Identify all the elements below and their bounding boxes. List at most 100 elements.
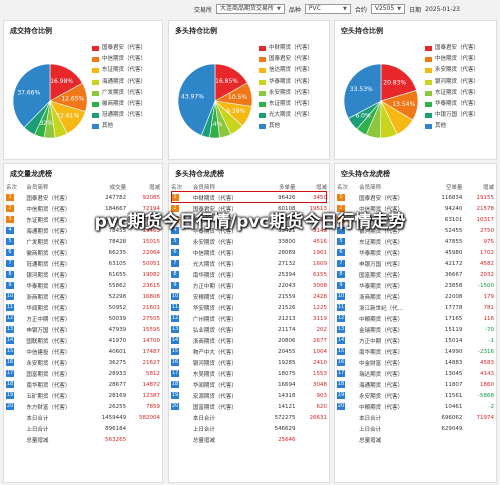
table-row[interactable]: 上日合计 896184 — [4, 423, 162, 434]
table-row[interactable]: 12 中粮期货（代客） 17165 116 — [335, 313, 496, 324]
table-row[interactable]: 7 光大期货（代客） 27132 1609 — [169, 258, 329, 269]
table-row[interactable]: 10 安粮期货（代客） 21559 2428 — [169, 291, 329, 302]
table-row[interactable]: 6 徽商期货（代客） 66235 22064 — [4, 247, 162, 258]
table-row[interactable]: 5 广发期货（代客） 78428 15015 — [4, 236, 162, 247]
table-row[interactable]: 15 中信建投（代客） 40601 17487 — [4, 346, 162, 357]
table-cell: 247782 — [105, 194, 127, 201]
table-row[interactable]: 总量增减 25646 — [169, 434, 329, 445]
legend-item[interactable]: 光大期货（代客） — [259, 110, 313, 121]
legend-item[interactable]: 华泰期货（代客） — [425, 99, 479, 110]
table-row[interactable]: 13 金瑞期货（代客） 15119 -70 — [335, 324, 496, 335]
table-row[interactable]: 本日合计 572275 26631 — [169, 412, 329, 423]
table-row[interactable]: 8 南华期货（代客） 25394 6155 — [169, 269, 329, 280]
table-row[interactable]: 9 华泰期货（代客） 23858 -1500 — [335, 280, 496, 291]
table-row[interactable]: 14 国联期货（代客） 41970 14700 — [4, 335, 162, 346]
legend-item[interactable]: 其他 — [92, 121, 146, 132]
table-row[interactable]: 19 永安期货（代客） 11561 -5868 — [335, 390, 496, 401]
table-row[interactable]: 上日合计 546629 — [169, 423, 329, 434]
legend-item[interactable]: 永安期货（代客） — [425, 65, 479, 76]
table-row[interactable]: 8 银河期货（代客） 61655 19082 — [4, 269, 162, 280]
table-row[interactable]: 19 五矿期货（代客） 28169 12387 — [4, 390, 162, 401]
legend-item[interactable]: 徽商期货（代客） — [92, 99, 146, 110]
table-row[interactable]: 5 永安期货（代客） 33800 4516 — [169, 236, 329, 247]
table-row[interactable]: 13 申银万国（代客） 47939 15595 — [4, 324, 162, 335]
table-row[interactable]: 19 宏源期货（代客） 14318 903 — [169, 390, 329, 401]
table-row[interactable]: 18 海通期货（代客） 11807 1860 — [335, 379, 496, 390]
legend-item[interactable]: 冠通期货（代客） — [92, 110, 146, 121]
table-row[interactable]: 14 方正中期（代客） 15014 -1 — [335, 335, 496, 346]
table-row[interactable]: 12 广州期货（代客） 21213 3119 — [169, 313, 329, 324]
table-row[interactable]: 6 中信期货（代客） 28089 1901 — [169, 247, 329, 258]
table-cell: 上日合计 — [359, 426, 382, 433]
table-row[interactable]: 15 南华期货（代客） 14990 -2316 — [335, 346, 496, 357]
legend-item[interactable]: 华泰期货（代客） — [259, 77, 313, 88]
table-row[interactable]: 20 国富期货（代客） 14121 620 — [169, 401, 329, 412]
table-row[interactable]: 14 浙商期货（代客） 20806 2677 — [169, 335, 329, 346]
table-row[interactable]: 17 国富期货（代客） 28933 5812 — [4, 368, 162, 379]
table-cell: 总量增减 — [192, 437, 215, 444]
legend-item[interactable]: 中银万国（代客） — [425, 110, 479, 121]
rank-badge: 6 — [6, 249, 14, 256]
table-row[interactable]: 11 华闻期货（代客） 50952 21601 — [4, 302, 162, 313]
legend-item[interactable]: 国泰君安（代客） — [92, 43, 146, 54]
legend-item[interactable]: 信达期货（代客） — [259, 65, 313, 76]
table-row[interactable]: 16 永安期货（代客） 36275 21627 — [4, 357, 162, 368]
product-select[interactable]: PVC ▼ — [304, 4, 351, 14]
column-header: 会员简称 — [26, 185, 49, 191]
table-row[interactable]: 13 弘业期货（代客） 21174 202 — [169, 324, 329, 335]
date-value[interactable]: 2025-01-23 — [425, 6, 460, 13]
legend-item[interactable]: 国泰君安（代客） — [425, 43, 479, 54]
legend-item[interactable]: 海通期货（代客） — [92, 77, 146, 88]
legend-item[interactable]: 其他 — [425, 121, 479, 132]
legend-item[interactable]: 广发期货（代客） — [92, 88, 146, 99]
legend-item[interactable]: 东证期货（代客） — [259, 99, 313, 110]
table-row[interactable]: 1 国泰君安（代客） 247782 92085 — [4, 192, 162, 203]
table-row[interactable]: 10 浙商期货（代客） 22008 179 — [335, 291, 496, 302]
table-cell: 本日合计 — [359, 415, 382, 422]
legend-item[interactable]: 中信期货（代客） — [92, 54, 146, 65]
table-row[interactable]: 本日合计 1459449 582004 — [4, 412, 162, 423]
table-cell: 安粮期货（代客） — [192, 294, 237, 301]
legend-item[interactable]: 中信期货（代客） — [425, 54, 479, 65]
rank-badge: 8 — [6, 271, 14, 278]
legend-item[interactable]: 国泰君安（代客） — [259, 54, 313, 65]
table-row[interactable]: 18 华闻期货（代客） 16694 3048 — [169, 379, 329, 390]
contract-select[interactable]: V2505 ▼ — [370, 4, 406, 14]
table-row[interactable]: 7 申银万国（代客） 42172 4582 — [335, 258, 496, 269]
table-cell: 8 — [335, 269, 357, 280]
table-row[interactable]: 20 中粮期货（代客） 10461 -2 — [335, 401, 496, 412]
table-row[interactable]: 6 华泰期货（代客） 45980 1702 — [335, 247, 496, 258]
table-row[interactable]: 10 浙商期货（代客） 52298 16808 — [4, 291, 162, 302]
table-cell: 12 — [4, 313, 24, 324]
table-row[interactable]: 5 东证期货（代客） 47855 975 — [335, 236, 496, 247]
table-row[interactable]: 本日合计 696062 71974 — [335, 412, 496, 423]
table-row[interactable]: 11 华安期货（代客） 21526 1225 — [169, 302, 329, 313]
legend-item[interactable]: 东证期货（代客） — [425, 88, 479, 99]
table-row[interactable]: 9 华泰期货（代客） 55862 23615 — [4, 280, 162, 291]
legend-item[interactable]: 东证期货（代客） — [92, 65, 146, 76]
table-row[interactable]: 12 方正中期（代客） 50039 27505 — [4, 313, 162, 324]
legend-item[interactable]: 银河期货（代客） — [425, 77, 479, 88]
table-row[interactable]: 7 冠通期货（代客） 63105 50051 — [4, 258, 162, 269]
table-cell: 14 — [335, 335, 357, 346]
table-row[interactable]: 16 银河期货（代客） 19285 2410 — [169, 357, 329, 368]
table-row[interactable]: 1 国泰君安（代客） 116834 19155 — [335, 192, 496, 203]
table-row[interactable]: 17 东吴期货（代客） 18075 1553 — [169, 368, 329, 379]
legend-item[interactable]: 中财期货（代客） — [259, 43, 313, 54]
table-row[interactable]: 18 南华期货（代客） 28677 14872 — [4, 379, 162, 390]
table-row[interactable]: 16 中金财富（代客） 14883 4583 — [335, 357, 496, 368]
table-row[interactable]: 总量增减 563265 — [4, 434, 162, 445]
exchange-select[interactable]: 大连商品期货交易所 ▼ — [215, 4, 285, 14]
table-row[interactable]: 11 浙江新世纪（代… 17778 781 — [335, 302, 496, 313]
legend-item[interactable]: 永安期货（代客） — [259, 88, 313, 99]
table-row[interactable]: 15 物产中大（代客） 20455 1004 — [169, 346, 329, 357]
table-row[interactable]: 8 国富期货（代客） 36667 2032 — [335, 269, 496, 280]
table-row[interactable]: 上日合计 629049 — [335, 423, 496, 434]
table-row[interactable]: 9 方正中期（代客） 22043 3008 — [169, 280, 329, 291]
table-row[interactable]: 总量增减 — [335, 434, 496, 445]
table-cell — [335, 412, 357, 423]
table-cell: 50051 — [142, 260, 161, 267]
table-row[interactable]: 17 瑞达期货（代客） 13045 4143 — [335, 368, 496, 379]
legend-item[interactable]: 其他 — [259, 121, 313, 132]
table-row[interactable]: 20 东方财富（代客） 26255 7859 — [4, 401, 162, 412]
